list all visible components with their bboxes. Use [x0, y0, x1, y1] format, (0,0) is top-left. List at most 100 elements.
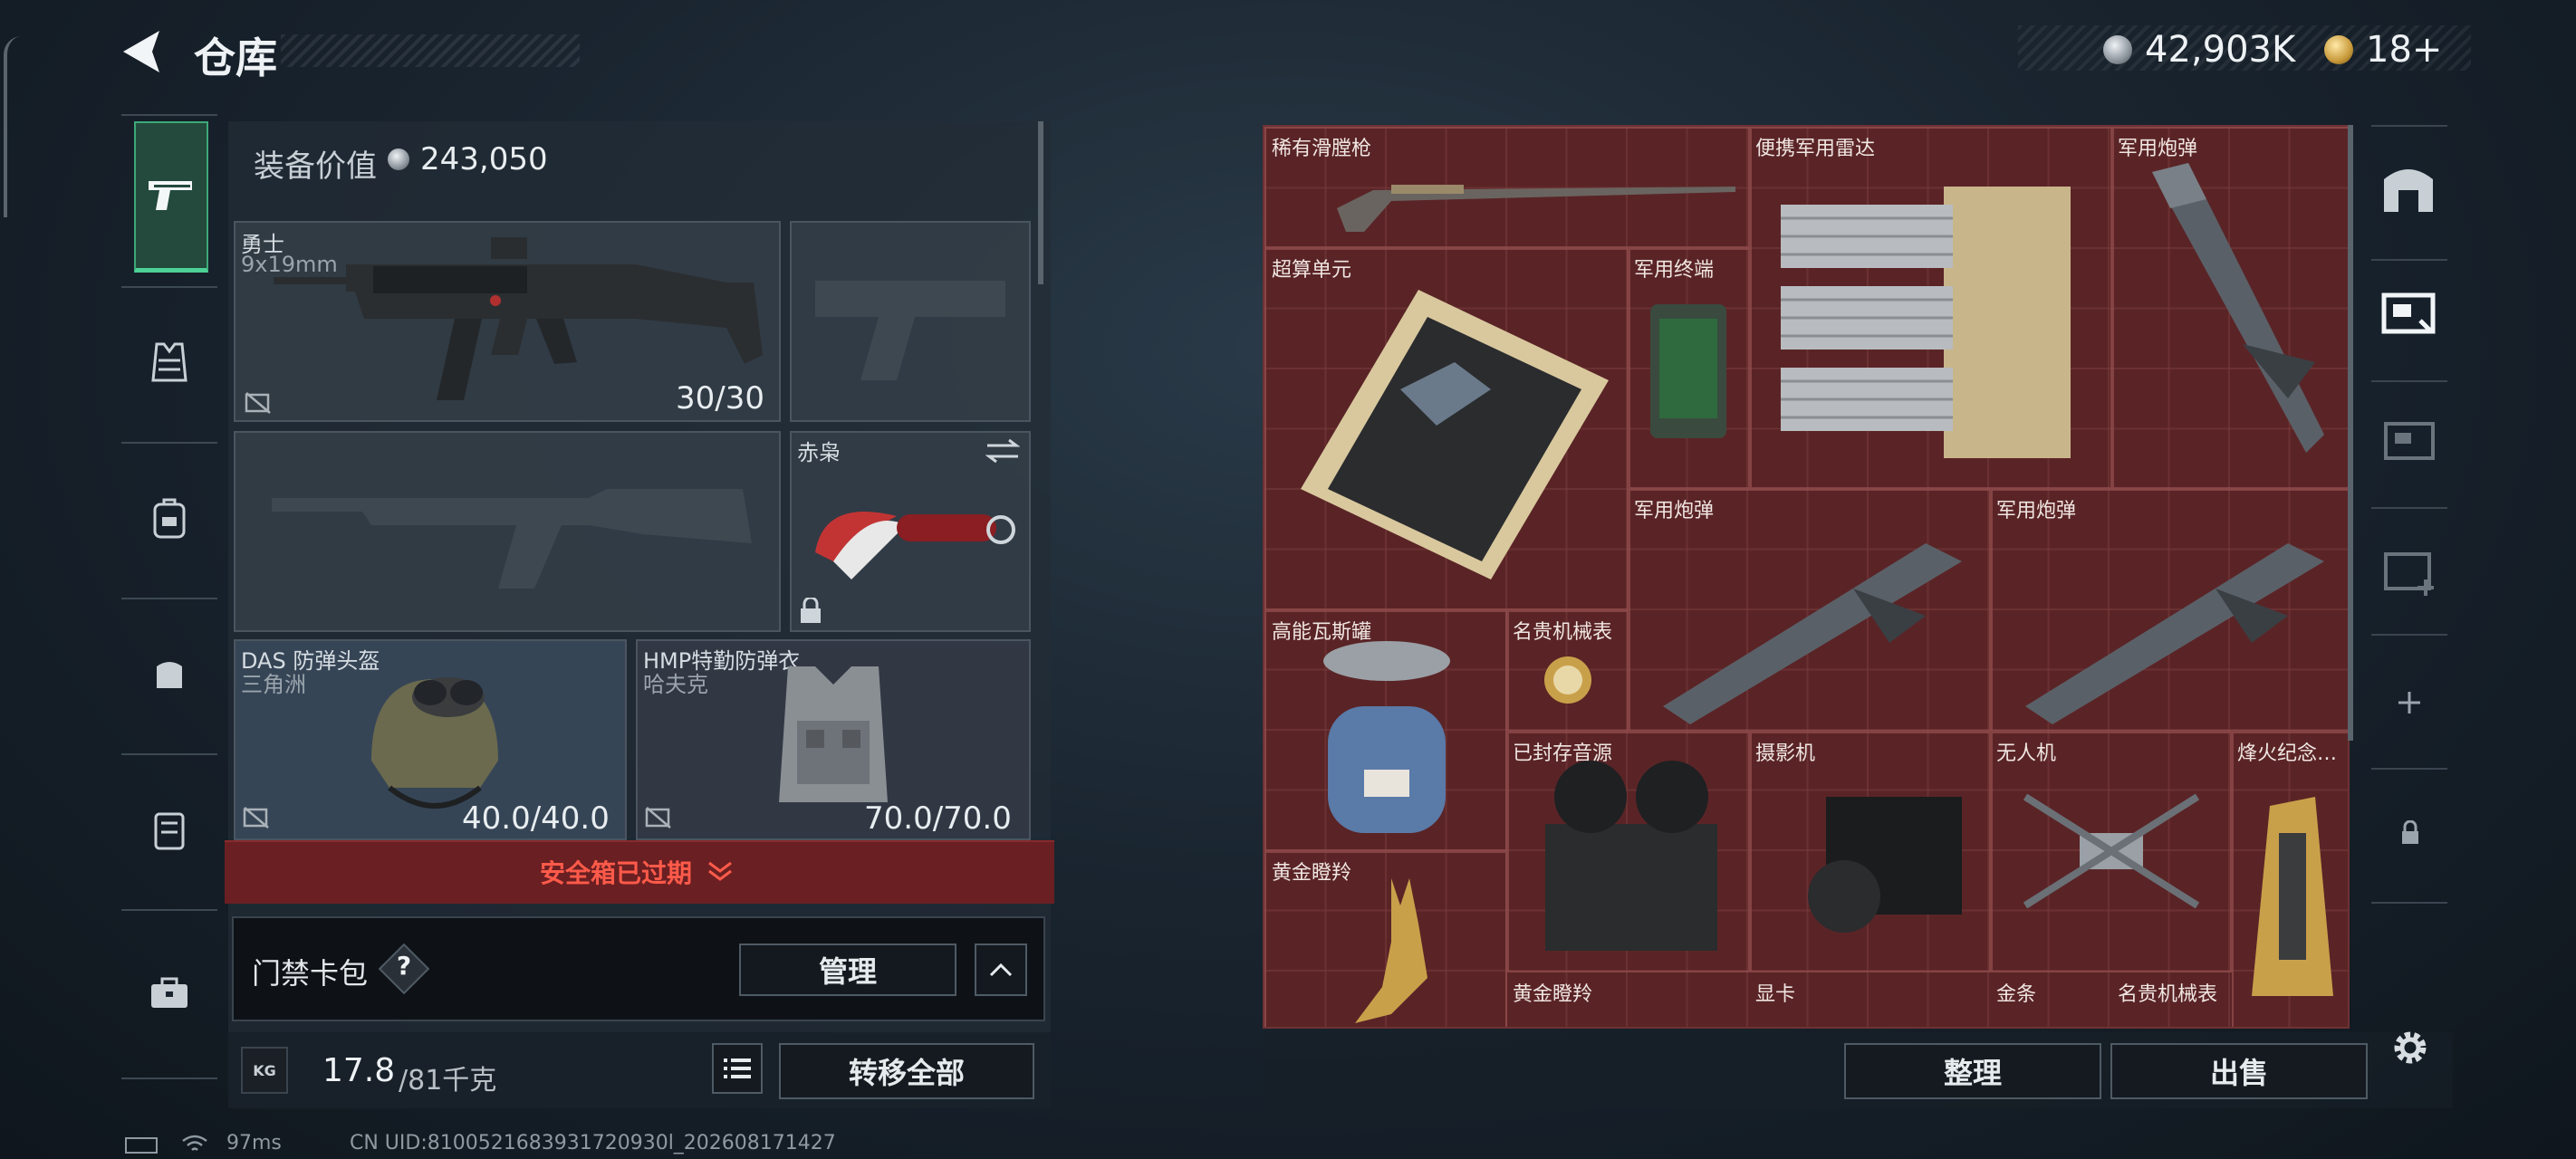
side-tab-box-2[interactable]: [2382, 417, 2437, 465]
body-armor-image: [779, 666, 888, 802]
nav-divider: [121, 1078, 217, 1079]
safebox-expired-text: 安全箱已过期: [540, 858, 693, 888]
page-title: 仓库: [194, 34, 277, 82]
list-view-button[interactable]: [712, 1043, 763, 1094]
vest-icon: [151, 342, 187, 382]
ping-text: 97ms: [226, 1132, 282, 1154]
item-label: 名贵机械表: [2118, 983, 2218, 1006]
item-label: 无人机: [1996, 742, 2057, 765]
wifi-icon: [182, 1135, 207, 1151]
list-icon: [724, 1058, 751, 1078]
camera-image: [1808, 797, 1962, 933]
equipment-value-label: 装备价值: [254, 148, 377, 185]
weight-icon-label: KG: [253, 1061, 276, 1079]
gold-coin-icon: [2324, 35, 2353, 64]
nav-tab-pouch[interactable]: [134, 601, 205, 746]
silver-coin-icon: [388, 148, 409, 170]
uid-text: CN UID:8100521683931720930l_202608171427: [350, 1132, 836, 1154]
settings-button[interactable]: [2388, 1025, 2433, 1074]
melee-name: 赤枭: [797, 440, 841, 465]
item-label: 显卡: [1755, 983, 1796, 1006]
chevron-down-icon: [708, 861, 732, 881]
golden-gazelle-image: [1355, 878, 1427, 1023]
weight-icon: KG: [241, 1047, 288, 1094]
lock-icon: [2402, 819, 2418, 844]
helmet-image: [371, 677, 498, 809]
sell-button[interactable]: 出售: [2110, 1043, 2368, 1099]
drone-image: [2023, 793, 2200, 909]
karambit-image: [815, 512, 1015, 580]
helmet-brand: 三角洲: [241, 672, 306, 697]
nav-tab-vest[interactable]: [134, 290, 205, 435]
nav-divider: [121, 909, 217, 911]
helmet-durability: 40.0/40.0: [462, 800, 610, 837]
memorial-image: [2252, 797, 2333, 996]
weight-current: 17.8: [322, 1052, 396, 1089]
side-tab-stash-active[interactable]: [2380, 286, 2437, 340]
toolbox-icon: [151, 977, 187, 1008]
no-insure-icon: [243, 807, 269, 829]
rifle-silhouette-icon: [272, 489, 752, 589]
transfer-all-button[interactable]: 转移全部: [779, 1043, 1034, 1099]
gas-tank-image: [1323, 641, 1450, 833]
silver-currency: 42,903K: [2145, 29, 2296, 71]
side-tab-warehouse[interactable]: [2380, 159, 2437, 219]
item-label: 军用炮弹: [1996, 500, 2077, 522]
nav-tab-backpack[interactable]: [134, 445, 205, 590]
item-label: 烽火纪念…: [2237, 742, 2338, 765]
help-icon: ?: [396, 951, 412, 981]
sort-button[interactable]: 整理: [1844, 1043, 2101, 1099]
tape-recorder-image: [1545, 761, 1717, 951]
side-divider: [2371, 380, 2447, 382]
supercomputer-image: [1301, 290, 1609, 580]
title-decoration: [281, 34, 580, 67]
backpack-icon: [153, 498, 186, 539]
lock-icon: [801, 598, 821, 623]
item-label: 便携军用雷达: [1755, 138, 1876, 160]
side-tab-locked[interactable]: [2400, 819, 2420, 849]
case-icon: [154, 812, 185, 850]
watch-image: [1544, 656, 1591, 704]
nav-tab-toolbox[interactable]: [134, 920, 205, 1065]
side-divider: [2371, 259, 2447, 261]
swap-icon[interactable]: [985, 438, 1020, 464]
nav-tab-case[interactable]: [134, 757, 205, 902]
side-divider: [2371, 768, 2447, 770]
gold-currency[interactable]: 18+: [2366, 29, 2442, 71]
shell-image: [1663, 543, 1962, 724]
side-divider: [2371, 507, 2447, 509]
stash-box-icon: [2381, 292, 2436, 334]
edge-decoration: [4, 36, 25, 217]
plus-icon: [2398, 692, 2420, 714]
weight-max: /81千克: [399, 1065, 497, 1097]
nav-tab-weapons[interactable]: [134, 121, 208, 273]
collapse-button[interactable]: [975, 943, 1027, 996]
stash-grid[interactable]: 稀有滑膛枪 便携军用雷达 军用炮弹 超算单元 军用终端 军用炮弹 军用炮弹 高能…: [1263, 125, 2350, 1029]
side-divider: [2371, 125, 2447, 127]
back-arrow-icon[interactable]: [118, 27, 163, 76]
no-insure-icon: [245, 392, 271, 414]
nav-divider: [121, 286, 217, 288]
side-tab-box-3[interactable]: [2382, 547, 2437, 601]
warehouse-icon: [2384, 169, 2433, 212]
item-label: 军用终端: [1634, 259, 1715, 282]
equipment-value: 243,050: [420, 141, 548, 177]
shell-image: [2152, 163, 2324, 453]
keycard-label: 门禁卡包: [252, 956, 369, 991]
musket-image: [1337, 185, 1735, 232]
ammo-count: 30/30: [676, 380, 764, 417]
armor-brand: 哈夫克: [643, 672, 708, 697]
item-label: 军用炮弹: [2118, 138, 2198, 160]
terminal-image: [1650, 304, 1726, 438]
stash-scrollbar[interactable]: [2348, 125, 2353, 741]
equipment-scrollbar[interactable]: [1038, 121, 1043, 284]
side-tab-add[interactable]: [2397, 690, 2422, 719]
nav-divider: [121, 598, 217, 599]
gear-icon: [2394, 1031, 2427, 1064]
side-divider: [2371, 902, 2447, 904]
shell-image: [2025, 543, 2324, 724]
manage-button[interactable]: 管理: [739, 943, 956, 996]
silver-coin-icon: [2103, 35, 2132, 64]
pistol-icon: [149, 181, 192, 210]
item-label: 军用炮弹: [1634, 500, 1715, 522]
